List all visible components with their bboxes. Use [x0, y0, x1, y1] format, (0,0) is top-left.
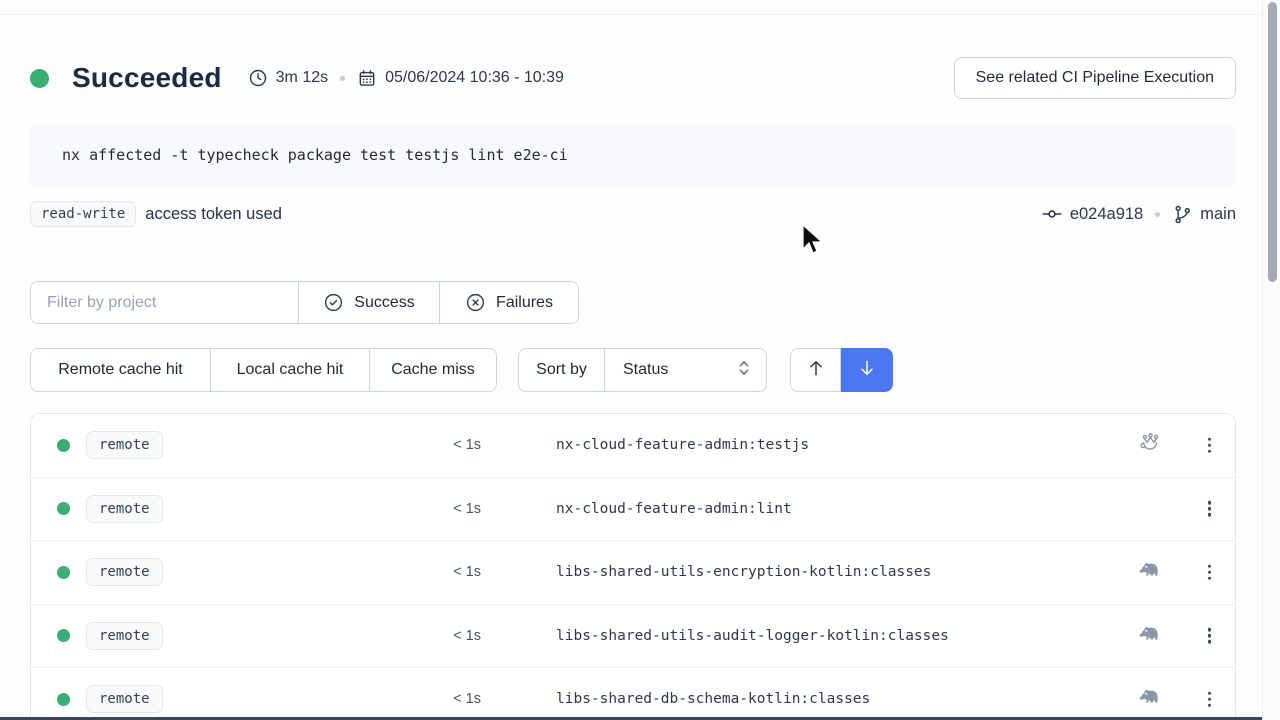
row-menu-button[interactable]: [1202, 620, 1218, 653]
sort-by-label: Sort by: [519, 349, 604, 391]
duration-text: 3m 12s: [276, 69, 328, 87]
branch-name[interactable]: main: [1200, 205, 1236, 224]
gradle-icon: [1137, 569, 1161, 586]
sort-select-value: Status: [623, 361, 668, 379]
separator-dot: [1155, 212, 1160, 217]
task-status-dot: [57, 693, 70, 706]
check-circle-icon: [323, 292, 344, 313]
tool-icon-wrap: [1137, 621, 1161, 650]
gradle-icon: [1137, 632, 1161, 649]
arrow-up-icon: [806, 358, 826, 383]
kebab-menu-icon: [1208, 565, 1212, 581]
chevron-up-down-icon: [736, 359, 752, 382]
success-filter-label: Success: [354, 294, 414, 312]
task-status-dot: [57, 439, 70, 452]
row-menu-button[interactable]: [1202, 493, 1218, 526]
page-title: Succeeded: [72, 62, 222, 94]
calendar-icon: [357, 68, 377, 88]
row-menu-button[interactable]: [1202, 556, 1218, 589]
sort-select[interactable]: Status: [604, 349, 766, 391]
task-duration: < 1s: [411, 501, 481, 517]
task-status-dot: [57, 566, 70, 579]
tool-icon-wrap: [1137, 685, 1161, 714]
sort-ascending-button[interactable]: [790, 348, 841, 392]
git-commit-icon: [1041, 203, 1063, 225]
kebab-menu-icon: [1208, 628, 1212, 644]
search-input[interactable]: [31, 282, 298, 323]
task-status-dot: [57, 502, 70, 515]
remote-cache-hit-button[interactable]: Remote cache hit: [31, 349, 210, 391]
task-name[interactable]: libs-shared-db-schema-kotlin:classes: [556, 691, 870, 707]
cache-source-badge: remote: [86, 558, 163, 586]
jest-icon: [1138, 441, 1161, 458]
kebab-menu-icon: [1208, 501, 1212, 517]
run-command-block: nx affected -t typecheck package test te…: [30, 123, 1236, 186]
sort-descending-button[interactable]: [841, 348, 893, 392]
success-filter-button[interactable]: Success: [298, 282, 439, 323]
cache-source-badge: remote: [86, 622, 163, 650]
table-row[interactable]: remote < 1s libs-shared-db-schema-kotlin…: [31, 668, 1235, 720]
failures-filter-button[interactable]: Failures: [439, 282, 578, 323]
nx-cloud-run-page: Succeeded 3m 12s 05/06/2024 10:36 - 10:3…: [0, 0, 1280, 720]
related-pipeline-button[interactable]: See related CI Pipeline Execution: [954, 57, 1236, 99]
tool-icon-wrap: [1138, 431, 1161, 459]
task-list: remote < 1s nx-cloud-feature-admin:testj…: [30, 413, 1236, 720]
table-row[interactable]: remote < 1s libs-shared-utils-audit-logg…: [31, 605, 1235, 669]
task-duration: < 1s: [411, 564, 481, 580]
vcs-info: e024a918 main: [1041, 203, 1236, 225]
row-menu-button[interactable]: [1202, 429, 1218, 462]
git-branch-icon: [1172, 204, 1193, 225]
commit-sha[interactable]: e024a918: [1070, 205, 1143, 224]
cache-miss-button[interactable]: Cache miss: [369, 349, 496, 391]
task-status-dot: [57, 629, 70, 642]
header-divider: [0, 14, 1262, 15]
arrow-down-icon: [857, 358, 877, 383]
run-dates: 05/06/2024 10:36 - 10:39: [357, 68, 564, 88]
clock-icon: [248, 68, 268, 88]
date-range-text: 05/06/2024 10:36 - 10:39: [385, 69, 564, 87]
access-token-badge: read-write: [30, 201, 136, 227]
table-row[interactable]: remote < 1s libs-shared-utils-encryption…: [31, 541, 1235, 605]
table-row[interactable]: remote < 1s nx-cloud-feature-admin:testj…: [31, 414, 1235, 478]
kebab-menu-icon: [1208, 692, 1212, 708]
task-name[interactable]: libs-shared-utils-encryption-kotlin:clas…: [556, 564, 931, 580]
project-filter-group: Success Failures: [30, 281, 579, 324]
task-name[interactable]: libs-shared-utils-audit-logger-kotlin:cl…: [556, 628, 949, 644]
task-duration: < 1s: [411, 437, 481, 453]
cache-source-badge: remote: [86, 495, 163, 523]
run-header: Succeeded 3m 12s 05/06/2024 10:36 - 10:3…: [30, 55, 1236, 101]
sort-direction-group: [790, 348, 893, 392]
run-duration: 3m 12s: [248, 68, 328, 88]
access-token-text: access token used: [145, 205, 282, 224]
task-name[interactable]: nx-cloud-feature-admin:testjs: [556, 437, 809, 453]
scrollbar[interactable]: [1262, 0, 1280, 720]
failures-filter-label: Failures: [496, 294, 553, 312]
scrollbar-thumb[interactable]: [1268, 2, 1277, 282]
token-row: read-write access token used e024a918 ma…: [30, 198, 1236, 230]
tool-icon-wrap: [1137, 558, 1161, 587]
local-cache-hit-button[interactable]: Local cache hit: [210, 349, 369, 391]
sort-group: Sort by Status: [518, 348, 767, 392]
cache-filter-group: Remote cache hit Local cache hit Cache m…: [30, 348, 497, 392]
cache-source-badge: remote: [86, 685, 163, 713]
row-menu-button[interactable]: [1202, 683, 1218, 716]
task-duration: < 1s: [411, 691, 481, 707]
task-name[interactable]: nx-cloud-feature-admin:lint: [556, 501, 792, 517]
run-status-dot: [30, 69, 49, 88]
gradle-icon: [1137, 696, 1161, 713]
cache-source-badge: remote: [86, 431, 163, 459]
kebab-menu-icon: [1208, 438, 1212, 454]
separator-dot: [340, 76, 345, 81]
run-command-text: nx affected -t typecheck package test te…: [62, 146, 568, 164]
table-row[interactable]: remote < 1s nx-cloud-feature-admin:lint: [31, 478, 1235, 542]
x-circle-icon: [465, 292, 486, 313]
task-duration: < 1s: [411, 628, 481, 644]
